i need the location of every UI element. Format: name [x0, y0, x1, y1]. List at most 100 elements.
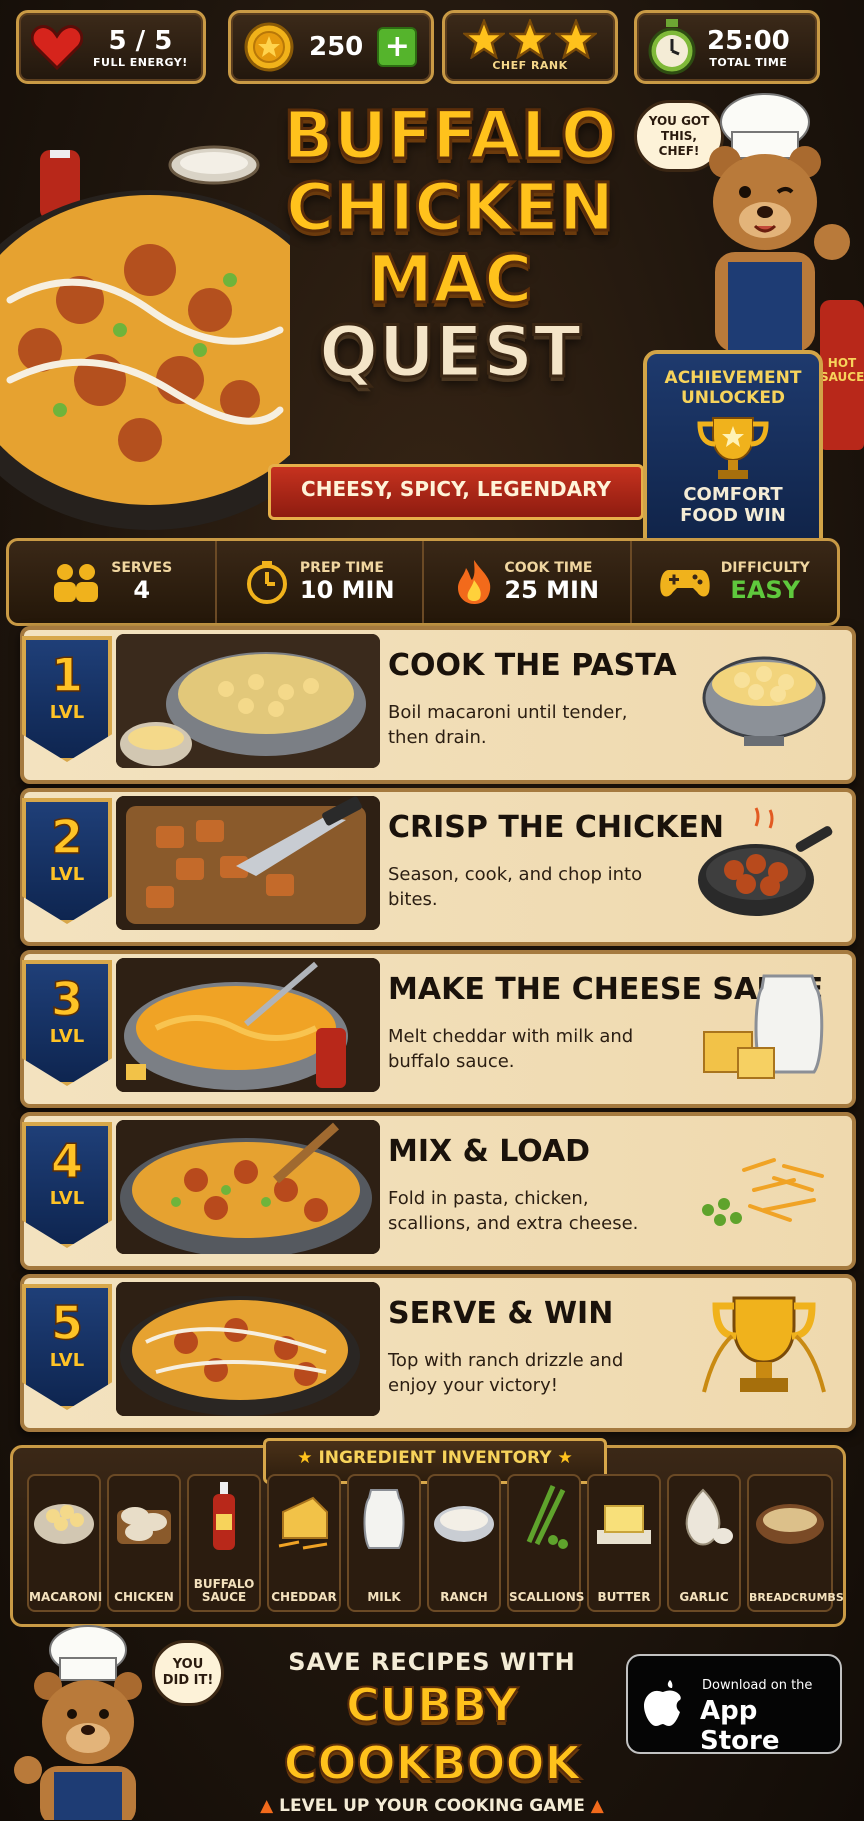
plus-icon: + — [384, 29, 410, 64]
inventory-slot-butter[interactable]: BUTTER — [587, 1474, 661, 1612]
hot-sauce-label: HOT SAUCE — [820, 356, 864, 384]
info-difficulty: DIFFICULTY EASY — [632, 541, 838, 623]
inventory-slot-milk[interactable]: MILK — [347, 1474, 421, 1612]
flame-icon — [458, 560, 491, 604]
energy-value: 5 / 5 — [108, 25, 173, 56]
chicken-icon — [117, 1507, 171, 1544]
cheese-sauce-pot-icon — [116, 958, 380, 1092]
star-icon: ★ — [297, 1448, 319, 1468]
inventory-slot-chicken[interactable]: CHICKEN — [107, 1474, 181, 1612]
title-line-1: BUFFALO — [282, 97, 618, 174]
ranch-bowl-icon — [434, 1506, 494, 1542]
footer-speech-text: YOU DID IT! — [162, 1657, 214, 1688]
coins-value: 250 — [309, 32, 364, 62]
info-value: 4 — [133, 576, 151, 604]
inventory-slot-garlic[interactable]: GARLIC — [667, 1474, 741, 1612]
info-label: PREP TIME — [299, 560, 384, 576]
level-badge: 2 LVL — [22, 798, 112, 924]
inventory-slot-ranch[interactable]: RANCH — [427, 1474, 501, 1612]
timer-label: TOTAL TIME — [709, 55, 788, 69]
inventory-label: RANCH — [440, 1590, 488, 1604]
inventory-slot-cheddar[interactable]: CHEDDAR — [267, 1474, 341, 1612]
title-line-4: QUEST — [317, 311, 582, 393]
trophy-icon — [702, 1296, 826, 1393]
apple-icon — [644, 1680, 681, 1726]
inventory-title-text: INGREDIENT INVENTORY — [318, 1448, 552, 1468]
level-badge: 4 LVL — [22, 1122, 112, 1248]
step-description: Fold in pasta, chicken, scallions, and e… — [388, 1188, 639, 1234]
step-card[interactable]: 3 LVL MAKE THE CHEESE SAUCE Melt cheddar … — [20, 950, 856, 1108]
step-card[interactable]: 1 LVL COOK THE PASTA Boil macaroni until … — [20, 626, 856, 784]
inventory-label: SCALLIONS — [509, 1590, 585, 1604]
achievement-line-3: COMFORT — [683, 484, 783, 505]
level-number: 1 — [50, 647, 84, 703]
garlic-icon — [685, 1488, 733, 1546]
scallions-icon — [526, 1485, 568, 1549]
inventory-slot-macaroni[interactable]: MACARONI — [27, 1474, 103, 1612]
info-value: 25 MIN — [504, 576, 600, 604]
achievement-badge[interactable]: ACHIEVEMENT UNLOCKED COMFORT FOOD WIN — [643, 350, 823, 558]
star-icon: ★ — [551, 1448, 573, 1468]
level-number: 4 — [50, 1133, 84, 1189]
achievement-line-4: FOOD WIN — [680, 505, 786, 526]
coins-panel[interactable]: 250 + — [228, 10, 434, 84]
app-store-big-text: App Store — [700, 1696, 780, 1756]
inventory-label: GARLIC — [679, 1590, 729, 1604]
step-description: Top with ranch drizzle and enjoy your vi… — [388, 1350, 624, 1396]
gamepad-icon — [659, 570, 710, 597]
step-scene — [116, 1120, 380, 1254]
footer-tagline: LEVEL UP YOUR COOKING GAME — [279, 1796, 585, 1816]
serving-skillet-icon — [116, 1282, 380, 1416]
info-label: DIFFICULTY — [720, 560, 810, 576]
footer-promo: SAVE RECIPES WITH CUBBY COOKBOOK ▲ LEVEL… — [222, 1648, 642, 1816]
step-description: Boil macaroni until tender, then drain. — [388, 702, 628, 748]
timer-panel[interactable]: 25:00 TOTAL TIME — [634, 10, 820, 84]
step-scene — [116, 958, 380, 1092]
add-coins-button[interactable]: + — [377, 27, 418, 67]
chef-rank-panel[interactable]: CHEF RANK — [442, 10, 618, 84]
step-card[interactable]: 5 LVL SERVE & WIN Top with ranch drizzle … — [20, 1274, 856, 1432]
heart-icon — [31, 25, 83, 70]
inventory-label: MACARONI — [29, 1590, 103, 1604]
people-icon — [54, 564, 99, 602]
star-icon — [555, 18, 597, 59]
achievement-line-2: UNLOCKED — [680, 388, 786, 408]
rank-stars — [463, 18, 597, 59]
app-store-small-text: Download on the — [702, 1678, 813, 1693]
level-badge: 5 LVL — [22, 1284, 112, 1410]
info-value: EASY — [730, 576, 801, 604]
step-title: CRISP THE CHICKEN — [388, 810, 724, 845]
hot-sauce-bottle-icon — [213, 1482, 235, 1550]
macaroni-icon — [34, 1504, 94, 1544]
timer-icon — [246, 561, 287, 604]
step-card[interactable]: 4 LVL MIX & LOAD Fold in pasta, chicken, … — [20, 1112, 856, 1270]
step-card[interactable]: 2 LVL CRISP THE CHICKEN Season, cook, and… — [20, 788, 856, 946]
inventory-label: MILK — [367, 1590, 401, 1604]
colander-icon — [702, 656, 826, 746]
inventory-label: BUTTER — [597, 1590, 651, 1604]
recipe-info-bar: SERVES 4 PREP TIME 10 MIN COOK TIME 25 MIN — [6, 538, 840, 626]
app-store-button[interactable]: Download on the App Store — [626, 1654, 842, 1756]
level-label: LVL — [49, 1026, 85, 1047]
inventory-slot-scallions[interactable]: SCALLIONS — [507, 1474, 585, 1612]
stopwatch-icon — [648, 19, 696, 75]
hot-sauce-bottle: HOT SAUCE — [820, 300, 864, 450]
energy-panel[interactable]: 5 / 5 FULL ENERGY! — [16, 10, 206, 84]
rank-label: CHEF RANK — [492, 58, 568, 72]
inventory-label: BUFFALO SAUCE — [193, 1577, 255, 1604]
inventory-slot-buffalo-sauce[interactable]: BUFFALO SAUCE — [187, 1474, 261, 1612]
step-title: MIX & LOAD — [388, 1134, 591, 1169]
inventory-slot-breadcrumbs[interactable]: BREADCRUMBS — [747, 1474, 844, 1612]
step-description: Season, cook, and chop into bites. — [388, 864, 643, 910]
info-prep-time: PREP TIME 10 MIN — [217, 541, 424, 623]
mixing-pot-icon — [116, 1120, 380, 1254]
star-icon — [509, 18, 551, 59]
title-line-3: MAC — [366, 241, 534, 318]
level-label: LVL — [49, 1350, 85, 1371]
timer-value: 25:00 — [707, 25, 790, 56]
footer-speech-bubble: YOU DID IT! — [152, 1640, 224, 1706]
milk-and-cheese-icon — [703, 974, 824, 1079]
step-title: COOK THE PASTA — [388, 648, 677, 683]
step-title: SERVE & WIN — [388, 1296, 614, 1331]
level-number: 2 — [50, 809, 84, 865]
